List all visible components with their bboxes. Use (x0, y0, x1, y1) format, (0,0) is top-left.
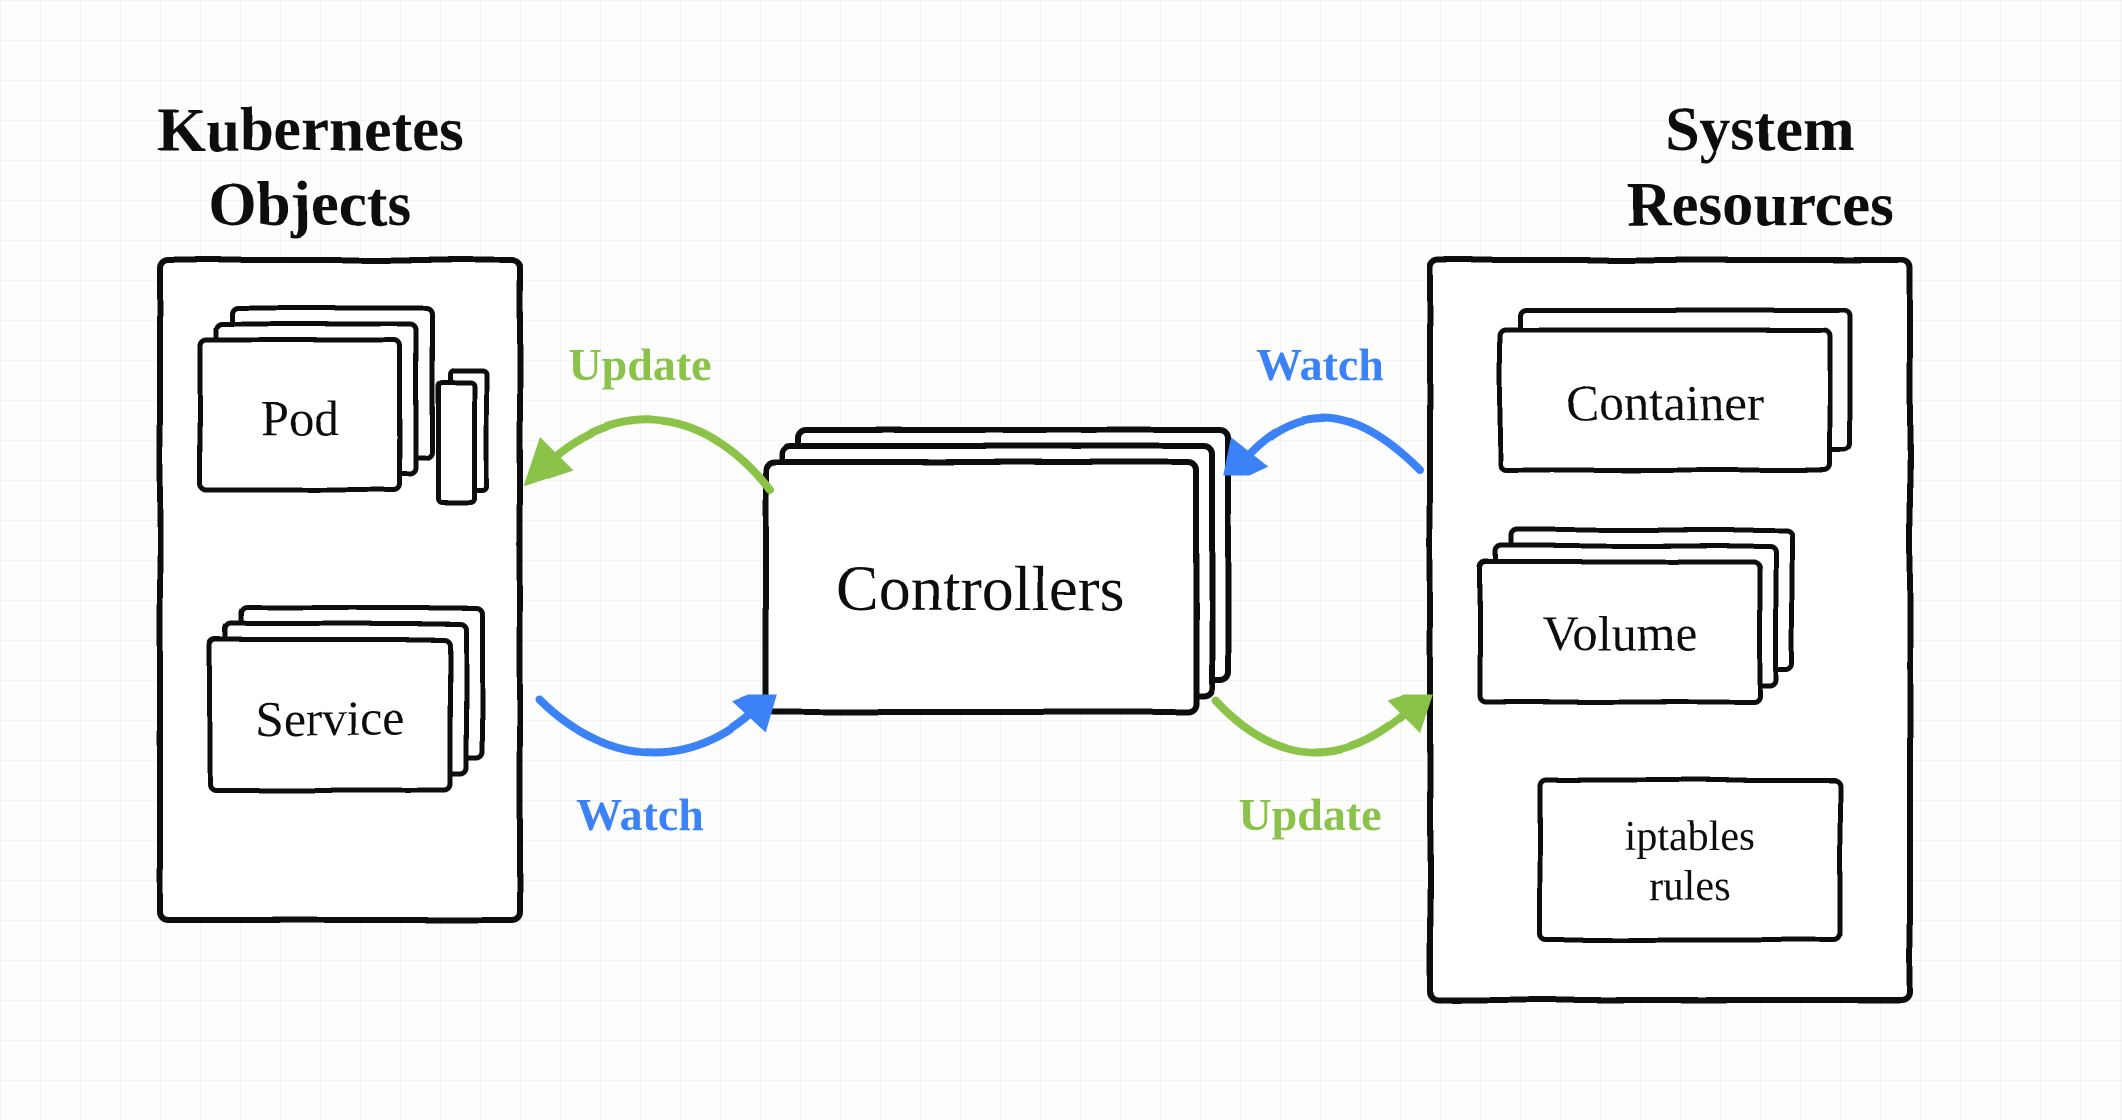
pod-label: Pod (261, 390, 339, 446)
controllers-group: Controllers (766, 430, 1228, 712)
kubernetes-objects-title-line1: Kubernetes (157, 96, 464, 164)
kubernetes-objects-group: Kubernetes Objects Pod Service (157, 96, 520, 920)
iptables-label-line2: rules (1649, 864, 1731, 910)
arrow-update-right-label: Update (1238, 789, 1381, 840)
arrow-update-left: Update (540, 339, 770, 490)
iptables-label-line1: iptables (1625, 814, 1756, 860)
service-label: Service (255, 690, 405, 746)
pod-card: Pod (200, 308, 432, 490)
system-resources-title-line1: System (1665, 96, 1854, 164)
system-resources-group: System Resources Container Volume iptabl… (1430, 96, 1910, 1000)
kubernetes-objects-title-line2: Objects (208, 171, 411, 239)
controllers-label: Controllers (836, 553, 1124, 624)
iptables-card: iptables rules (1540, 780, 1840, 940)
volume-card: Volume (1480, 530, 1792, 702)
container-label: Container (1566, 375, 1764, 431)
service-card: Service (210, 608, 482, 790)
arrow-watch-left-label: Watch (576, 789, 704, 840)
arrow-update-left-label: Update (568, 339, 711, 390)
pod-aux-card (438, 370, 486, 502)
container-card: Container (1500, 310, 1850, 470)
arrow-watch-left: Watch (540, 700, 765, 840)
arrow-watch-right: Watch (1235, 339, 1420, 470)
arrow-update-right: Update (1215, 700, 1420, 840)
arrow-watch-right-label: Watch (1256, 339, 1384, 390)
system-resources-title-line2: Resources (1626, 171, 1893, 239)
volume-label: Volume (1543, 605, 1698, 661)
